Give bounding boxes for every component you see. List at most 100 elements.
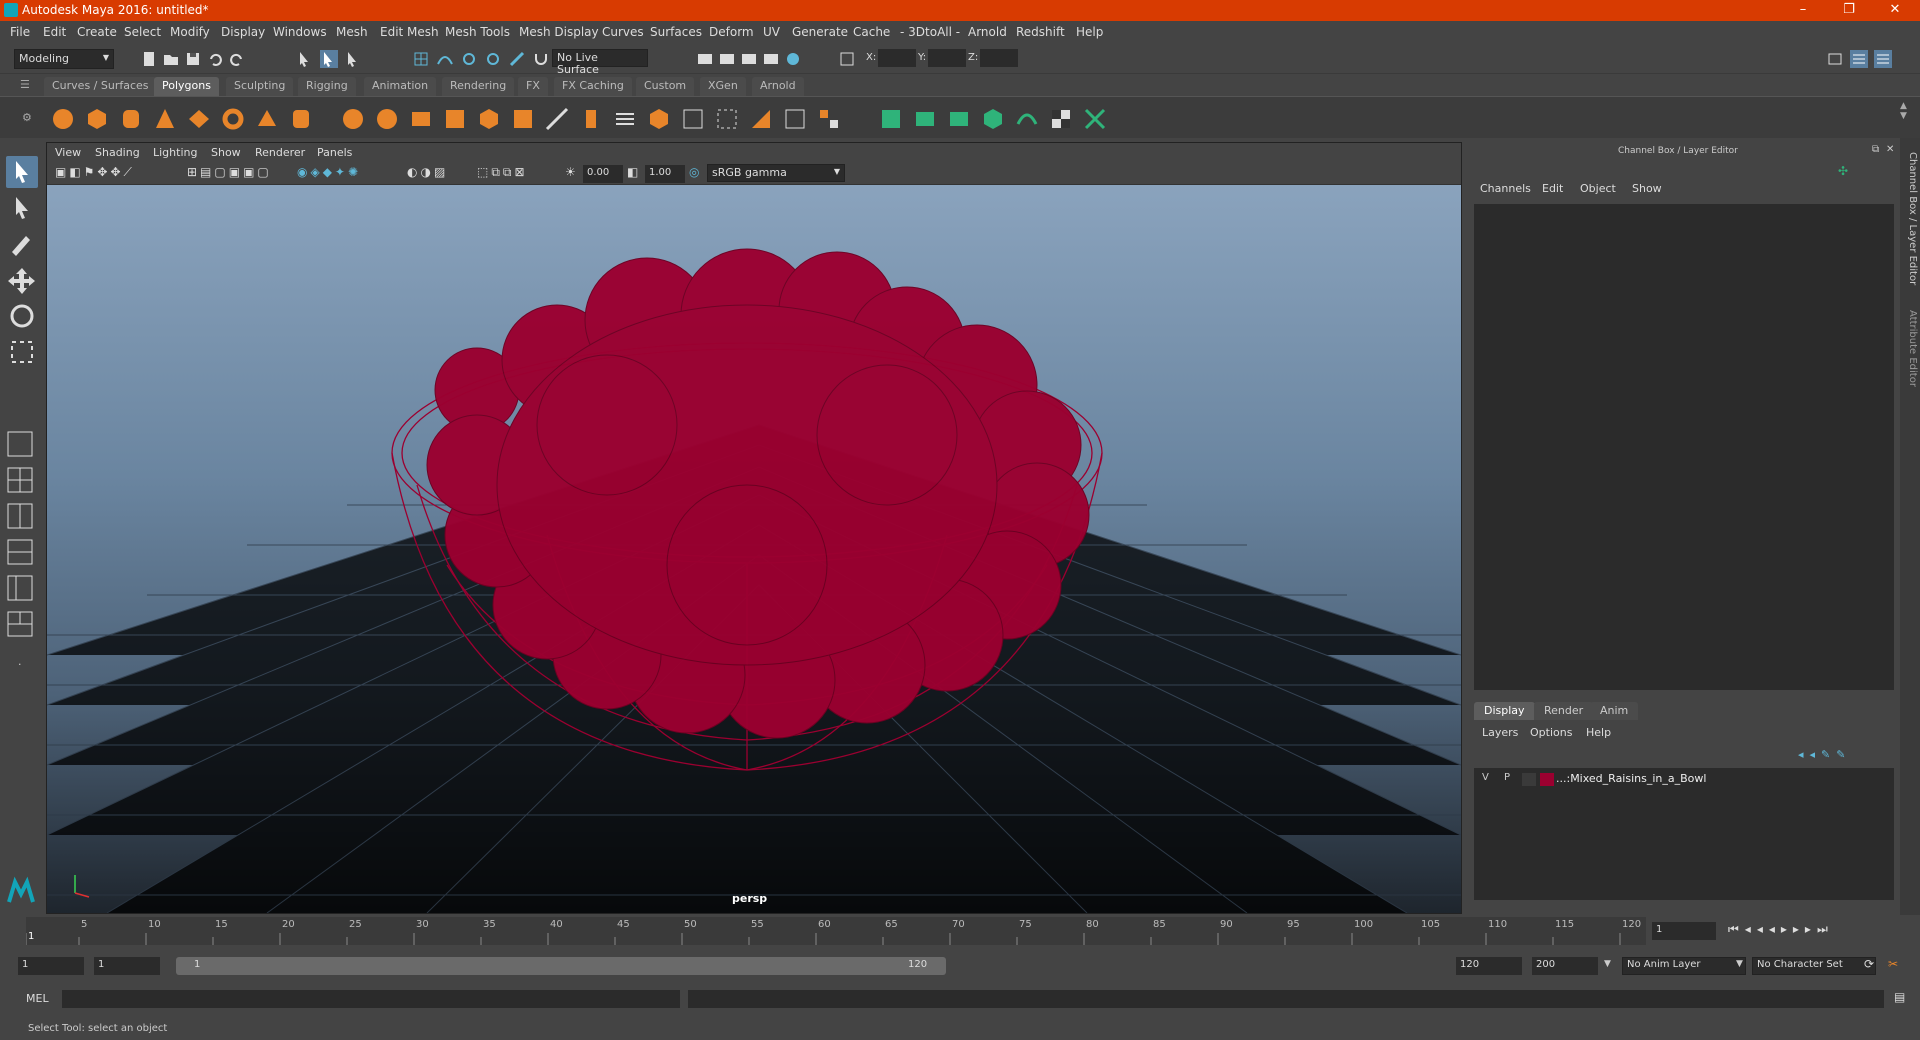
snap-to-view-plane-icon[interactable] xyxy=(484,50,502,68)
menu-edit-mesh[interactable]: Edit Mesh xyxy=(380,25,439,39)
select-by-object-icon[interactable] xyxy=(320,50,338,68)
tab-channel-box-layer-editor[interactable]: Channel Box / Layer Editor xyxy=(1902,152,1918,285)
playback-start-input[interactable]: 1 xyxy=(94,957,160,975)
menu-redshift[interactable]: Redshift xyxy=(1016,25,1065,39)
vp-menu-lighting[interactable]: Lighting xyxy=(153,146,197,159)
modeling-toolkit-icon[interactable] xyxy=(1826,50,1844,68)
layer-visibility-toggle[interactable]: V xyxy=(1482,772,1489,783)
mirror-icon[interactable] xyxy=(476,106,502,132)
channel-box-toggle-icon[interactable] xyxy=(1874,50,1892,68)
graph-editor-layout-icon[interactable] xyxy=(6,574,34,602)
layer-color-swatch[interactable] xyxy=(1540,773,1554,786)
menu-mesh-display[interactable]: Mesh Display xyxy=(519,25,599,39)
smooth-icon[interactable] xyxy=(442,106,468,132)
poly-cube-icon[interactable] xyxy=(84,106,110,132)
tab-anim[interactable]: Anim xyxy=(1590,702,1639,720)
menu-arnold[interactable]: Arnold xyxy=(968,25,1007,39)
script-language-label[interactable]: MEL xyxy=(26,992,49,1005)
wireframe-shading-icon[interactable]: ◉◈◆✦✺ xyxy=(297,165,361,179)
menu-curves[interactable]: Curves xyxy=(602,25,644,39)
checker-map-icon[interactable] xyxy=(1048,106,1074,132)
scene-start-input[interactable]: 1 xyxy=(18,957,84,975)
cb-menu-show[interactable]: Show xyxy=(1632,182,1662,195)
poly-torus-icon[interactable] xyxy=(220,106,246,132)
viewport-canvas[interactable]: persp xyxy=(47,185,1461,913)
hypershade-icon[interactable] xyxy=(784,50,802,68)
tab-fx[interactable]: FX xyxy=(518,77,548,96)
layer-playback-toggle[interactable]: P xyxy=(1504,772,1510,783)
menu-deform[interactable]: Deform xyxy=(709,25,754,39)
tab-rendering[interactable]: Rendering xyxy=(442,77,515,96)
select-by-component-icon[interactable] xyxy=(344,50,362,68)
transform-constraint-icon[interactable] xyxy=(838,50,856,68)
maximize-button[interactable]: ❐ xyxy=(1826,0,1872,21)
extrude-icon[interactable] xyxy=(578,106,604,132)
panel-close-icon[interactable]: ✕ xyxy=(1886,144,1894,155)
playback-end-input[interactable]: 120 xyxy=(1456,957,1522,975)
le-menu-layers[interactable]: Layers xyxy=(1482,726,1518,739)
time-ruler[interactable]: 1 5 10 15 20 25 30 35 40 45 50 55 60 65 … xyxy=(26,917,1646,945)
magnet-icon[interactable] xyxy=(532,50,550,68)
camera-tools-icon[interactable]: ▣◧⚑✥✥⟋ xyxy=(55,165,135,180)
open-scene-icon[interactable] xyxy=(162,50,180,68)
merge-icon[interactable] xyxy=(816,106,842,132)
exposure-icon[interactable]: ☀ xyxy=(565,165,576,179)
tab-polygons[interactable]: Polygons xyxy=(154,77,219,96)
multi-cut-icon[interactable] xyxy=(544,106,570,132)
uv-editor-icon[interactable] xyxy=(1014,106,1040,132)
x-coord-input[interactable] xyxy=(878,49,916,67)
grid-display-icon[interactable]: ⊞▤▢▣▣▢ xyxy=(187,165,272,179)
vp-menu-view[interactable]: View xyxy=(55,146,81,159)
poly-pipe-icon[interactable] xyxy=(288,106,314,132)
hypershade-layout-icon[interactable] xyxy=(6,610,34,638)
shelf-settings-icon[interactable]: ⚙ xyxy=(22,111,32,124)
range-slider-bar[interactable]: 1 120 xyxy=(176,957,946,975)
fill-hole-icon[interactable] xyxy=(782,106,808,132)
bridge-icon[interactable] xyxy=(646,106,672,132)
tab-attribute-editor[interactable]: Attribute Editor xyxy=(1902,310,1918,387)
cb-menu-channels[interactable]: Channels xyxy=(1480,182,1531,195)
snap-to-grid-icon[interactable] xyxy=(412,50,430,68)
select-by-hierarchy-icon[interactable] xyxy=(296,50,314,68)
paint-select-tool-icon[interactable] xyxy=(6,228,38,260)
gamma-icon[interactable]: ◧ xyxy=(627,165,638,179)
character-set-select[interactable]: No Character Set xyxy=(1752,957,1876,975)
tab-fx-caching[interactable]: FX Caching xyxy=(554,77,632,96)
poly-sphere-icon[interactable] xyxy=(50,106,76,132)
poly-pyramid-icon[interactable] xyxy=(254,106,280,132)
render-settings-icon[interactable] xyxy=(762,50,780,68)
outliner-layout-icon[interactable] xyxy=(6,538,34,566)
color-management-icon[interactable]: ◎ xyxy=(689,165,699,179)
menu-help[interactable]: Help xyxy=(1076,25,1103,39)
cb-menu-edit[interactable]: Edit xyxy=(1542,182,1563,195)
tab-animation[interactable]: Animation xyxy=(364,77,437,96)
menu-modify[interactable]: Modify xyxy=(170,25,210,39)
poly-cylinder-icon[interactable] xyxy=(118,106,144,132)
close-button[interactable]: ✕ xyxy=(1872,0,1918,21)
anim-layer-select[interactable]: No Anim Layer xyxy=(1622,957,1746,975)
redo-icon[interactable] xyxy=(228,50,246,68)
unfold-icon[interactable] xyxy=(1082,106,1108,132)
menu-uv[interactable]: UV xyxy=(763,25,780,39)
vp-menu-show[interactable]: Show xyxy=(211,146,241,159)
menu-file[interactable]: File xyxy=(10,25,30,39)
attribute-editor-toggle-icon[interactable] xyxy=(1850,50,1868,68)
menu-create[interactable]: Create xyxy=(77,25,117,39)
tab-render[interactable]: Render xyxy=(1534,702,1594,720)
preferences-icon[interactable]: ✂ xyxy=(1888,957,1898,971)
exposure-input[interactable]: 0.00 xyxy=(583,165,623,183)
vp-menu-shading[interactable]: Shading xyxy=(95,146,140,159)
vp-menu-panels[interactable]: Panels xyxy=(317,146,352,159)
lighting-icon[interactable]: ◐◑▨ xyxy=(407,165,448,179)
save-scene-icon[interactable] xyxy=(184,50,202,68)
channel-box-tool-icon[interactable]: ✣ xyxy=(1838,164,1848,178)
move-tool-icon[interactable] xyxy=(6,264,38,296)
extract-icon[interactable] xyxy=(408,106,434,132)
menu-3dtoall[interactable]: - 3DtoAll - xyxy=(900,25,960,39)
current-frame-input[interactable]: 1 xyxy=(1652,922,1716,940)
tab-display[interactable]: Display xyxy=(1474,702,1535,720)
layer-type-toggle[interactable] xyxy=(1522,773,1536,786)
menu-cache[interactable]: Cache xyxy=(853,25,890,39)
menu-surfaces[interactable]: Surfaces xyxy=(650,25,702,39)
rotate-tool-icon[interactable] xyxy=(6,300,38,332)
